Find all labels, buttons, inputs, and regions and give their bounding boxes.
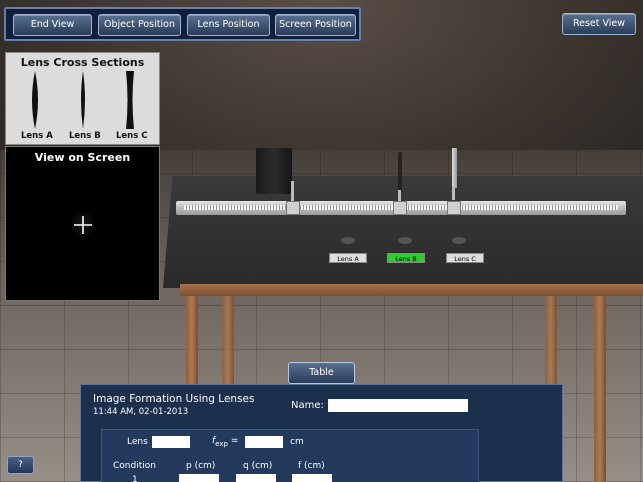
view-toolbar: End View Object Position Lens Position S…	[4, 7, 361, 41]
lens-b-shape	[81, 71, 85, 129]
name-label: Name:	[291, 400, 324, 411]
lens-c-label: Lens C	[116, 131, 148, 141]
column-p: p (cm)	[186, 461, 216, 471]
row-1-label: 1	[132, 475, 138, 482]
fexp-input[interactable]	[245, 436, 283, 448]
row-1-f-input[interactable]	[292, 474, 332, 482]
lens-label: Lens	[127, 437, 148, 447]
table-leg-back-right	[545, 294, 557, 392]
lens-c-button[interactable]: Lens C	[446, 253, 484, 263]
lens-input[interactable]	[152, 436, 190, 448]
lens-a-button[interactable]: Lens A	[329, 253, 367, 263]
lens-a-label: Lens A	[21, 131, 53, 141]
column-q: q (cm)	[243, 461, 273, 471]
object-position-button[interactable]: Object Position	[98, 14, 181, 36]
lens-b-stand	[398, 237, 412, 244]
row-1-q-input[interactable]	[236, 474, 276, 482]
reset-view-button[interactable]: Reset View	[562, 13, 636, 35]
lens-b-button[interactable]: Lens B	[387, 253, 425, 263]
data-panel-title: Image Formation Using Lenses	[93, 393, 255, 405]
crosshair-icon	[74, 216, 92, 234]
lens-a-stand	[341, 237, 355, 244]
screen-position-button[interactable]: Screen Position	[275, 14, 356, 36]
column-condition: Condition	[113, 461, 156, 471]
lens-holder[interactable]	[393, 152, 407, 217]
name-input[interactable]	[328, 399, 468, 412]
data-entry-area: Lens fexp = cm Condition p (cm) q (cm) f…	[101, 429, 479, 482]
data-panel-date: 11:44 AM, 02-01-2013	[93, 407, 189, 417]
lens-cross-sections-panel: Lens Cross Sections Lens A Lens B Lens C	[5, 52, 160, 145]
data-table-panel: Image Formation Using Lenses 11:44 AM, 0…	[80, 384, 563, 482]
screen-holder[interactable]	[446, 148, 462, 217]
fexp-label: fexp =	[212, 436, 239, 448]
table-leg-front-right	[594, 294, 606, 482]
lens-c-stand	[452, 237, 466, 244]
view-on-screen-panel: View on Screen	[5, 146, 160, 301]
end-view-button[interactable]: End View	[13, 14, 92, 36]
table-edge	[180, 284, 643, 296]
view-panel-title: View on Screen	[34, 151, 131, 164]
object-holder[interactable]	[286, 181, 300, 217]
row-1-p-input[interactable]	[179, 474, 219, 482]
lens-b-label: Lens B	[69, 131, 101, 141]
help-button[interactable]: ?	[7, 456, 34, 474]
lens-a-shape	[32, 71, 38, 129]
table-button[interactable]: Table	[288, 362, 355, 384]
lens-c-shape	[126, 71, 134, 129]
fexp-unit-label: cm	[290, 437, 304, 447]
column-f: f (cm)	[298, 461, 325, 471]
lens-position-button[interactable]: Lens Position	[187, 14, 270, 36]
